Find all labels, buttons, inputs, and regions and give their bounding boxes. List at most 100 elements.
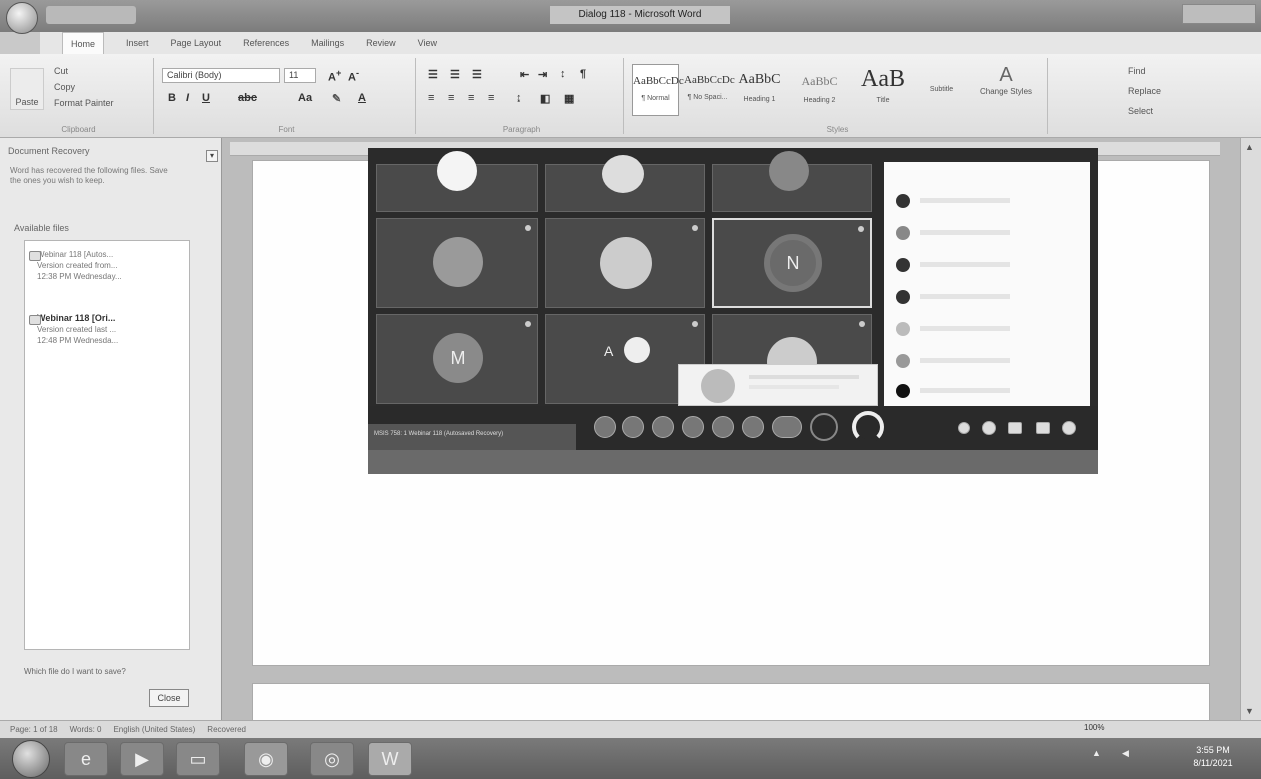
bullets-icon[interactable]: ☰ bbox=[428, 68, 438, 81]
numbering-icon[interactable]: ☰ bbox=[450, 68, 460, 81]
language[interactable]: English (United States) bbox=[113, 721, 195, 738]
tab-insert[interactable]: Insert bbox=[126, 32, 149, 54]
mic-icon bbox=[692, 321, 698, 327]
mic-toggle-button[interactable] bbox=[810, 413, 838, 441]
decrease-indent-icon[interactable]: ⇤ bbox=[520, 68, 529, 81]
align-center-icon[interactable]: ≡ bbox=[448, 92, 454, 104]
find-button[interactable]: Find bbox=[1128, 66, 1146, 76]
style-subtitle[interactable]: Subtitle bbox=[918, 64, 965, 116]
vertical-scrollbar[interactable]: ▲ ▼ bbox=[1240, 138, 1261, 720]
align-right-icon[interactable]: ≡ bbox=[468, 92, 474, 104]
word-count[interactable]: Words: 0 bbox=[70, 721, 102, 738]
show-marks-icon[interactable]: ¶ bbox=[580, 68, 586, 80]
control-button[interactable] bbox=[682, 416, 704, 438]
control-button[interactable] bbox=[594, 416, 616, 438]
increase-indent-icon[interactable]: ⇥ bbox=[538, 68, 547, 81]
close-button[interactable]: Close bbox=[149, 689, 189, 707]
chrome-icon[interactable]: ◉ bbox=[244, 742, 288, 776]
control-button[interactable] bbox=[622, 416, 644, 438]
quick-access-toolbar[interactable] bbox=[46, 6, 136, 24]
start-button[interactable] bbox=[12, 740, 50, 778]
style-name: ¶ Normal bbox=[641, 95, 670, 102]
change-case-icon[interactable]: Aa bbox=[298, 92, 312, 104]
underline-icon[interactable]: U bbox=[202, 92, 210, 104]
participant-tile bbox=[545, 218, 705, 308]
justify-icon[interactable]: ≡ bbox=[488, 92, 494, 104]
font-name-box[interactable]: Calibri (Body) bbox=[162, 68, 280, 83]
tab-mailings[interactable]: Mailings bbox=[311, 32, 344, 54]
strikethrough-icon[interactable]: abc bbox=[238, 92, 257, 104]
internet-explorer-icon[interactable]: e bbox=[64, 742, 108, 776]
media-player-icon[interactable]: ▶ bbox=[120, 742, 164, 776]
control-button[interactable] bbox=[742, 416, 764, 438]
font-color-icon[interactable]: A bbox=[358, 92, 366, 104]
which-file-help-link[interactable]: Which file do I want to save? bbox=[24, 667, 126, 676]
document-page-next[interactable] bbox=[252, 683, 1210, 723]
tab-review[interactable]: Review bbox=[366, 32, 396, 54]
replace-button[interactable]: Replace bbox=[1128, 86, 1161, 96]
tab-view[interactable]: View bbox=[418, 32, 437, 54]
format-painter-button[interactable]: Format Painter bbox=[54, 98, 114, 108]
settings-icon[interactable] bbox=[1062, 421, 1076, 435]
system-tray[interactable]: ▲ ◀ bbox=[1040, 748, 1190, 768]
style-normal[interactable]: AaBbCcDc ¶ Normal bbox=[632, 64, 684, 116]
participant-name bbox=[920, 326, 1010, 331]
browser-tab[interactable]: MSIS 758: 1 Webinar 118 (Autosaved Recov… bbox=[368, 424, 576, 450]
embedded-screenshot[interactable]: N M A MSIS 758: 1 Webinar 118 (Autosaved… bbox=[368, 148, 1098, 474]
style-sample: AaBbC bbox=[738, 72, 781, 87]
end-call-button[interactable] bbox=[852, 411, 884, 443]
office-button[interactable] bbox=[6, 2, 38, 34]
scroll-up-icon[interactable]: ▲ bbox=[1245, 142, 1254, 152]
style-no-spacing[interactable]: AaBbCcDc ¶ No Spaci... bbox=[684, 64, 735, 116]
control-button[interactable] bbox=[652, 416, 674, 438]
pane-close-icon[interactable]: ▾ bbox=[206, 150, 218, 162]
word-icon[interactable]: W bbox=[368, 742, 412, 776]
taskbar-clock[interactable]: 3:55 PM 8/11/2021 bbox=[1178, 744, 1248, 774]
notification-popup[interactable] bbox=[678, 364, 878, 406]
avatar: N bbox=[764, 234, 822, 292]
style-title[interactable]: AaB Title bbox=[854, 64, 912, 116]
recovery-file-item[interactable]: Webinar 118 [Autos... Version created fr… bbox=[29, 249, 187, 282]
participant-tile bbox=[545, 155, 705, 212]
font-size-box[interactable]: 11 bbox=[284, 68, 316, 83]
highlight-icon[interactable]: ✎ bbox=[332, 92, 341, 105]
firefox-icon[interactable]: ◎ bbox=[310, 742, 354, 776]
style-heading-2[interactable]: AaBbC Heading 2 bbox=[796, 64, 843, 116]
file-time: 12:38 PM Wednesday... bbox=[37, 272, 122, 281]
page-count[interactable]: Page: 1 of 18 bbox=[10, 721, 58, 738]
shrink-font-icon[interactable]: A- bbox=[348, 68, 359, 84]
paste-button[interactable]: Paste bbox=[10, 68, 44, 110]
shading-icon[interactable]: ◧ bbox=[540, 92, 550, 105]
line-spacing-icon[interactable]: ↨ bbox=[516, 92, 522, 104]
zoom-level[interactable]: 100% bbox=[1084, 723, 1114, 735]
network-icon[interactable]: ▲ bbox=[1092, 748, 1101, 758]
info-icon[interactable] bbox=[958, 422, 970, 434]
italic-icon[interactable]: I bbox=[186, 92, 189, 104]
change-styles-button[interactable]: A Change Styles bbox=[972, 64, 1040, 122]
chat-icon[interactable] bbox=[1008, 422, 1022, 434]
sort-icon[interactable]: ↕ bbox=[560, 68, 566, 80]
grow-font-icon[interactable]: A+ bbox=[328, 68, 341, 84]
control-button[interactable] bbox=[712, 416, 734, 438]
scroll-down-icon[interactable]: ▼ bbox=[1245, 706, 1254, 716]
window-controls[interactable] bbox=[1182, 4, 1256, 24]
more-options-button[interactable] bbox=[772, 416, 802, 438]
tab-references[interactable]: References bbox=[243, 32, 289, 54]
tab-page-layout[interactable]: Page Layout bbox=[171, 32, 222, 54]
select-button[interactable]: Select bbox=[1128, 106, 1153, 116]
file-explorer-icon[interactable]: ▭ bbox=[176, 742, 220, 776]
recovery-file-item[interactable]: Webinar 118 [Ori... Version created last… bbox=[29, 313, 187, 346]
bold-icon[interactable]: B bbox=[168, 92, 176, 104]
cut-button[interactable]: Cut bbox=[54, 66, 68, 76]
volume-icon[interactable]: ◀ bbox=[1122, 748, 1129, 759]
align-left-icon[interactable]: ≡ bbox=[428, 92, 434, 104]
borders-icon[interactable]: ▦ bbox=[564, 92, 574, 105]
tab-home[interactable]: Home bbox=[62, 32, 105, 54]
style-name: Title bbox=[876, 97, 890, 104]
copy-button[interactable]: Copy bbox=[54, 82, 75, 92]
avatar bbox=[433, 237, 483, 287]
multilevel-list-icon[interactable]: ☰ bbox=[472, 68, 482, 81]
people-icon[interactable] bbox=[982, 421, 996, 435]
activities-icon[interactable] bbox=[1036, 422, 1050, 434]
style-heading-1[interactable]: AaBbC Heading 1 bbox=[736, 64, 783, 116]
